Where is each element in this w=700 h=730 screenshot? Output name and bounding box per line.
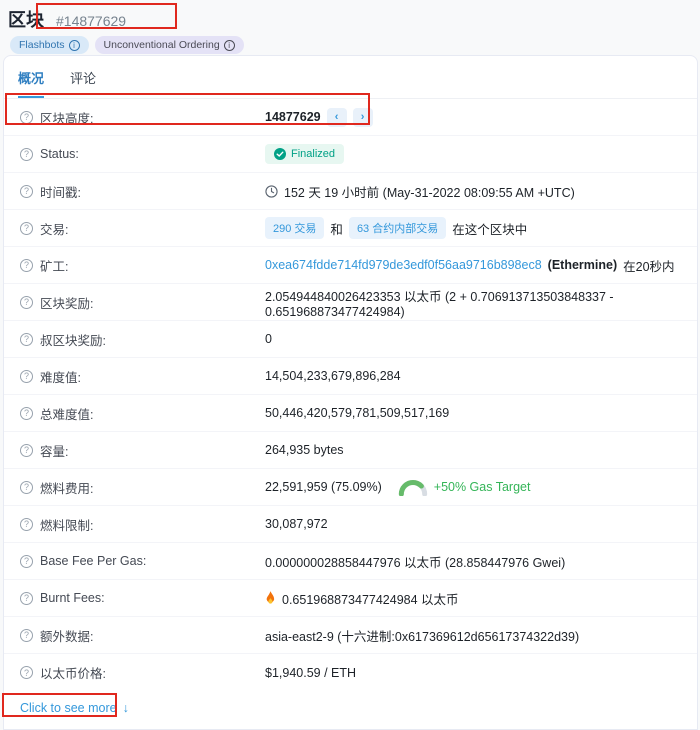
gas-limit-label: 燃料限制: xyxy=(40,515,93,534)
miner-name: (Ethermine) xyxy=(548,258,617,272)
row-status: ? Status: Finalized xyxy=(4,136,697,173)
row-timestamp: ? 时间戳: 152 天 19 小时前 (May-31-2022 08:09:5… xyxy=(4,173,697,210)
tab-bar: 概况 评论 xyxy=(4,56,697,99)
block-details-card: 概况 评论 ? 区块高度: 14877629 ‹ › ? Status: xyxy=(3,55,698,730)
row-base-fee: ? Base Fee Per Gas: 0.000000028858447976… xyxy=(4,543,697,580)
help-icon[interactable]: ? xyxy=(20,111,33,124)
tab-overview[interactable]: 概况 xyxy=(18,68,44,98)
miner-address-link[interactable]: 0xea674fdde714fd979de3edf0f56aa9716b898e… xyxy=(265,258,542,272)
gas-limit-value: 30,087,972 xyxy=(265,517,328,531)
help-icon[interactable]: ? xyxy=(20,370,33,383)
help-icon[interactable]: ? xyxy=(20,592,33,605)
info-icon[interactable]: i xyxy=(69,40,80,51)
details-rows: ? 区块高度: 14877629 ‹ › ? Status: Finalized xyxy=(4,99,697,691)
click-to-see-more-link[interactable]: Click to see more ↓ xyxy=(20,701,129,715)
help-icon[interactable]: ? xyxy=(20,185,33,198)
prev-block-button[interactable]: ‹ xyxy=(327,108,347,127)
total-difficulty-value: 50,446,420,579,781,509,517,169 xyxy=(265,406,449,420)
help-icon[interactable]: ? xyxy=(20,407,33,420)
burnt-fees-value: 0.651968873477424984 以太币 xyxy=(282,589,459,608)
help-icon[interactable]: ? xyxy=(20,333,33,346)
transactions-label: 交易: xyxy=(40,219,68,238)
help-icon[interactable]: ? xyxy=(20,444,33,457)
help-icon[interactable]: ? xyxy=(20,222,33,235)
row-block-reward: ? 区块奖励: 2.054944840026423353 以太币 (2 + 0.… xyxy=(4,284,697,321)
timestamp-value: 152 天 19 小时前 (May-31-2022 08:09:55 AM +U… xyxy=(284,182,575,201)
extra-data-label: 额外数据: xyxy=(40,626,93,645)
gas-used-label: 燃料费用: xyxy=(40,478,93,497)
size-label: 容量: xyxy=(40,441,68,460)
flame-icon xyxy=(265,591,276,606)
unconventional-ordering-badge[interactable]: Unconventional Ordering i xyxy=(95,36,244,54)
check-circle-icon xyxy=(274,148,286,160)
row-difficulty: ? 难度值: 14,504,233,679,896,284 xyxy=(4,358,697,395)
block-number: #14877629 xyxy=(52,11,130,31)
row-total-difficulty: ? 总难度值: 50,446,420,579,781,509,517,169 xyxy=(4,395,697,432)
total-difficulty-label: 总难度值: xyxy=(40,404,93,423)
tab-comments[interactable]: 评论 xyxy=(70,68,96,98)
help-icon[interactable]: ? xyxy=(20,259,33,272)
gas-gauge-icon xyxy=(398,479,428,496)
row-extra-data: ? 额外数据: asia-east2-9 (十六进制:0x617369612d6… xyxy=(4,617,697,654)
unconventional-badge-label: Unconventional Ordering xyxy=(104,39,220,51)
internal-transactions-badge[interactable]: 63 合约内部交易 xyxy=(349,217,446,239)
next-block-button[interactable]: › xyxy=(353,108,373,127)
eth-price-label: 以太币价格: xyxy=(40,663,106,682)
row-uncle-reward: ? 叔区块奖励: 0 xyxy=(4,321,697,358)
size-value: 264,935 bytes xyxy=(265,443,344,457)
help-icon[interactable]: ? xyxy=(20,148,33,161)
status-label: Status: xyxy=(40,147,79,161)
transactions-suffix: 在这个区块中 xyxy=(452,219,527,238)
row-gas-used: ? 燃料费用: 22,591,959 (75.09%) +50% Gas Tar… xyxy=(4,469,697,506)
uncle-reward-label: 叔区块奖励: xyxy=(40,330,106,349)
page-title: 区块 xyxy=(8,6,44,32)
help-icon[interactable]: ? xyxy=(20,555,33,568)
row-block-height: ? 区块高度: 14877629 ‹ › xyxy=(4,99,697,136)
see-more-label: Click to see more xyxy=(20,701,117,715)
gas-used-value: 22,591,959 (75.09%) xyxy=(265,480,382,494)
help-icon[interactable]: ? xyxy=(20,296,33,309)
base-fee-value: 0.000000028858447976 以太币 (28.858447976 G… xyxy=(265,552,565,571)
block-height-value: 14877629 xyxy=(265,110,321,124)
flashbots-badge[interactable]: Flashbots i xyxy=(10,36,89,54)
uncle-reward-value: 0 xyxy=(265,332,272,346)
difficulty-label: 难度值: xyxy=(40,367,81,386)
row-size: ? 容量: 264,935 bytes xyxy=(4,432,697,469)
difficulty-value: 14,504,233,679,896,284 xyxy=(265,369,401,383)
status-badge-label: Finalized xyxy=(291,148,335,160)
clock-icon xyxy=(265,185,278,198)
base-fee-label: Base Fee Per Gas: xyxy=(40,554,146,568)
page-header: 区块 #14877629 Flashbots i Unconventional … xyxy=(0,0,700,54)
extra-data-value: asia-east2-9 (十六进制:0x617369612d656173743… xyxy=(265,626,579,645)
help-icon[interactable]: ? xyxy=(20,666,33,679)
help-icon[interactable]: ? xyxy=(20,481,33,494)
down-arrow-icon: ↓ xyxy=(123,701,129,715)
burnt-fees-label: Burnt Fees: xyxy=(40,591,105,605)
info-icon[interactable]: i xyxy=(224,40,235,51)
block-height-label: 区块高度: xyxy=(40,108,93,127)
gas-target-value: +50% Gas Target xyxy=(434,480,531,494)
eth-price-value: $1,940.59 / ETH xyxy=(265,666,356,680)
help-icon[interactable]: ? xyxy=(20,518,33,531)
miner-suffix: 在20秒内 xyxy=(623,256,674,275)
miner-label: 矿工: xyxy=(40,256,68,275)
row-miner: ? 矿工: 0xea674fdde714fd979de3edf0f56aa971… xyxy=(4,247,697,284)
timestamp-label: 时间戳: xyxy=(40,182,81,201)
row-gas-limit: ? 燃料限制: 30,087,972 xyxy=(4,506,697,543)
transactions-count-badge[interactable]: 290 交易 xyxy=(265,217,324,239)
block-reward-value: 2.054944840026423353 以太币 (2 + 0.70691371… xyxy=(265,286,681,319)
block-reward-label: 区块奖励: xyxy=(40,293,93,312)
row-transactions: ? 交易: 290 交易 和 63 合约内部交易 在这个区块中 xyxy=(4,210,697,247)
flashbots-badge-label: Flashbots xyxy=(19,39,65,51)
and-text: 和 xyxy=(330,219,343,238)
help-icon[interactable]: ? xyxy=(20,629,33,642)
status-badge: Finalized xyxy=(265,144,344,164)
row-eth-price: ? 以太币价格: $1,940.59 / ETH xyxy=(4,654,697,691)
row-burnt-fees: ? Burnt Fees: 0.651968873477424984 以太币 xyxy=(4,580,697,617)
